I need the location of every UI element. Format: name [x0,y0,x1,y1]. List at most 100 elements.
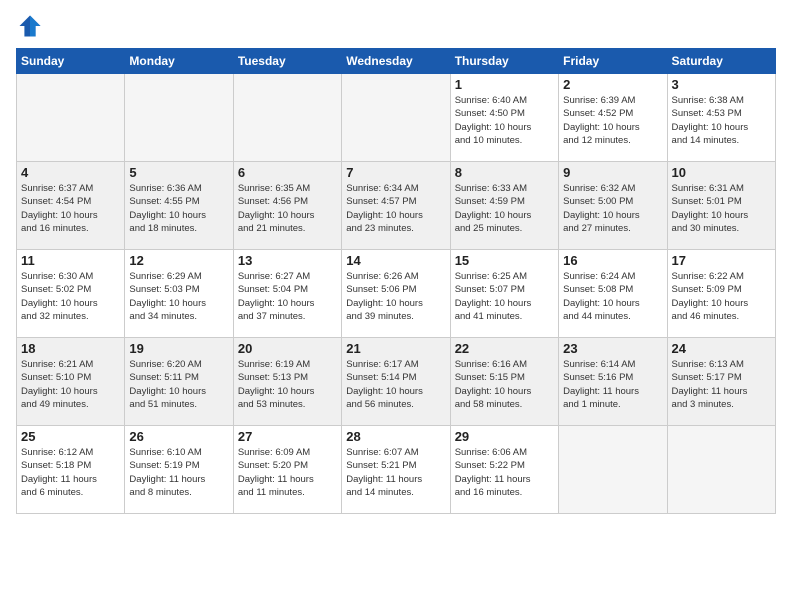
calendar-cell: 10Sunrise: 6:31 AMSunset: 5:01 PMDayligh… [667,162,775,250]
calendar-cell: 19 Sunrise: 6:20 AMSunset: 5:11 PMDayligh… [125,338,233,426]
weekday-header-thursday: Thursday [450,49,558,74]
day-info: Sunrise: 6:33 AMSunset: 4:59 PMDaylight:… [455,182,554,235]
weekday-header-sunday: Sunday [17,49,125,74]
calendar-cell: 29 Sunrise: 6:06 AMSunset: 5:22 PMDayligh… [450,426,558,514]
day-info: Sunrise: 6:19 AMSunset: 5:13 PMDaylight:… [238,358,337,411]
day-number: 29 [455,429,554,444]
day-number: 3 [672,77,771,92]
calendar-cell: 27 Sunrise: 6:09 AMSunset: 5:20 PMDayligh… [233,426,341,514]
calendar-cell: 22 Sunrise: 6:16 AMSunset: 5:15 PMDayligh… [450,338,558,426]
calendar-cell: 13 Sunrise: 6:27 AMSunset: 5:04 PMDayligh… [233,250,341,338]
day-info: Sunrise: 6:12 AMSunset: 5:18 PMDaylight:… [21,446,120,499]
calendar-cell: 26 Sunrise: 6:10 AMSunset: 5:19 PMDayligh… [125,426,233,514]
calendar-cell: 15 Sunrise: 6:25 AMSunset: 5:07 PMDayligh… [450,250,558,338]
weekday-header-row: SundayMondayTuesdayWednesdayThursdayFrid… [17,49,776,74]
day-info: Sunrise: 6:06 AMSunset: 5:22 PMDaylight:… [455,446,554,499]
day-info: Sunrise: 6:24 AMSunset: 5:08 PMDaylight:… [563,270,662,323]
day-info: Sunrise: 6:37 AMSunset: 4:54 PMDaylight:… [21,182,120,235]
calendar-cell: 11 Sunrise: 6:30 AMSunset: 5:02 PMDayligh… [17,250,125,338]
calendar-week-row: 1 Sunrise: 6:40 AMSunset: 4:50 PMDaylight… [17,74,776,162]
calendar-cell: 1 Sunrise: 6:40 AMSunset: 4:50 PMDaylight… [450,74,558,162]
day-number: 10 [672,165,771,180]
day-number: 8 [455,165,554,180]
day-number: 20 [238,341,337,356]
calendar-cell: 5 Sunrise: 6:36 AMSunset: 4:55 PMDaylight… [125,162,233,250]
day-info: Sunrise: 6:17 AMSunset: 5:14 PMDaylight:… [346,358,445,411]
day-info: Sunrise: 6:09 AMSunset: 5:20 PMDaylight:… [238,446,337,499]
day-number: 2 [563,77,662,92]
calendar-cell: 23Sunrise: 6:14 AMSunset: 5:16 PMDayligh… [559,338,667,426]
day-number: 5 [129,165,228,180]
day-number: 11 [21,253,120,268]
day-number: 13 [238,253,337,268]
day-info: Sunrise: 6:27 AMSunset: 5:04 PMDaylight:… [238,270,337,323]
day-number: 19 [129,341,228,356]
day-number: 17 [672,253,771,268]
day-info: Sunrise: 6:30 AMSunset: 5:02 PMDaylight:… [21,270,120,323]
page-header [16,12,776,40]
day-info: Sunrise: 6:10 AMSunset: 5:19 PMDaylight:… [129,446,228,499]
day-number: 18 [21,341,120,356]
day-info: Sunrise: 6:39 AMSunset: 4:52 PMDaylight:… [563,94,662,147]
calendar-cell: 9 Sunrise: 6:32 AMSunset: 5:00 PMDaylight… [559,162,667,250]
page-container: SundayMondayTuesdayWednesdayThursdayFrid… [0,0,792,612]
day-number: 1 [455,77,554,92]
calendar-cell [17,74,125,162]
calendar-week-row: 4 Sunrise: 6:37 AMSunset: 4:54 PMDaylight… [17,162,776,250]
day-info: Sunrise: 6:07 AMSunset: 5:21 PMDaylight:… [346,446,445,499]
day-info: Sunrise: 6:13 AMSunset: 5:17 PMDaylight:… [672,358,771,411]
day-info: Sunrise: 6:34 AMSunset: 4:57 PMDaylight:… [346,182,445,235]
calendar-cell: 8 Sunrise: 6:33 AMSunset: 4:59 PMDaylight… [450,162,558,250]
day-number: 21 [346,341,445,356]
calendar-cell: 24Sunrise: 6:13 AMSunset: 5:17 PMDayligh… [667,338,775,426]
calendar-week-row: 11 Sunrise: 6:30 AMSunset: 5:02 PMDayligh… [17,250,776,338]
calendar-cell: 20 Sunrise: 6:19 AMSunset: 5:13 PMDayligh… [233,338,341,426]
day-number: 4 [21,165,120,180]
weekday-header-wednesday: Wednesday [342,49,450,74]
day-info: Sunrise: 6:29 AMSunset: 5:03 PMDaylight:… [129,270,228,323]
day-info: Sunrise: 6:14 AMSunset: 5:16 PMDaylight:… [563,358,662,411]
day-info: Sunrise: 6:20 AMSunset: 5:11 PMDaylight:… [129,358,228,411]
day-info: Sunrise: 6:22 AMSunset: 5:09 PMDaylight:… [672,270,771,323]
weekday-header-monday: Monday [125,49,233,74]
calendar-cell: 7 Sunrise: 6:34 AMSunset: 4:57 PMDaylight… [342,162,450,250]
day-info: Sunrise: 6:40 AMSunset: 4:50 PMDaylight:… [455,94,554,147]
day-number: 16 [563,253,662,268]
calendar-cell [559,426,667,514]
day-info: Sunrise: 6:36 AMSunset: 4:55 PMDaylight:… [129,182,228,235]
calendar-cell: 3 Sunrise: 6:38 AMSunset: 4:53 PMDaylight… [667,74,775,162]
day-number: 27 [238,429,337,444]
day-info: Sunrise: 6:25 AMSunset: 5:07 PMDaylight:… [455,270,554,323]
day-number: 14 [346,253,445,268]
day-number: 15 [455,253,554,268]
calendar-cell [233,74,341,162]
calendar-cell: 18 Sunrise: 6:21 AMSunset: 5:10 PMDayligh… [17,338,125,426]
calendar-cell: 6Sunrise: 6:35 AMSunset: 4:56 PMDaylight… [233,162,341,250]
day-number: 12 [129,253,228,268]
day-info: Sunrise: 6:16 AMSunset: 5:15 PMDaylight:… [455,358,554,411]
day-info: Sunrise: 6:32 AMSunset: 5:00 PMDaylight:… [563,182,662,235]
calendar-cell: 2 Sunrise: 6:39 AMSunset: 4:52 PMDaylight… [559,74,667,162]
calendar-cell: 17 Sunrise: 6:22 AMSunset: 5:09 PMDayligh… [667,250,775,338]
day-number: 22 [455,341,554,356]
calendar-week-row: 25 Sunrise: 6:12 AMSunset: 5:18 PMDayligh… [17,426,776,514]
calendar-week-row: 18 Sunrise: 6:21 AMSunset: 5:10 PMDayligh… [17,338,776,426]
calendar-cell [667,426,775,514]
day-number: 25 [21,429,120,444]
day-number: 7 [346,165,445,180]
calendar-cell [342,74,450,162]
calendar-cell [125,74,233,162]
calendar-cell: 16 Sunrise: 6:24 AMSunset: 5:08 PMDayligh… [559,250,667,338]
day-number: 9 [563,165,662,180]
calendar-cell: 25 Sunrise: 6:12 AMSunset: 5:18 PMDayligh… [17,426,125,514]
logo [16,12,48,40]
day-number: 26 [129,429,228,444]
calendar-cell: 21 Sunrise: 6:17 AMSunset: 5:14 PMDayligh… [342,338,450,426]
weekday-header-friday: Friday [559,49,667,74]
logo-icon [16,12,44,40]
calendar-cell: 14Sunrise: 6:26 AMSunset: 5:06 PMDayligh… [342,250,450,338]
day-info: Sunrise: 6:38 AMSunset: 4:53 PMDaylight:… [672,94,771,147]
calendar-cell: 28Sunrise: 6:07 AMSunset: 5:21 PMDayligh… [342,426,450,514]
day-info: Sunrise: 6:21 AMSunset: 5:10 PMDaylight:… [21,358,120,411]
day-info: Sunrise: 6:35 AMSunset: 4:56 PMDaylight:… [238,182,337,235]
